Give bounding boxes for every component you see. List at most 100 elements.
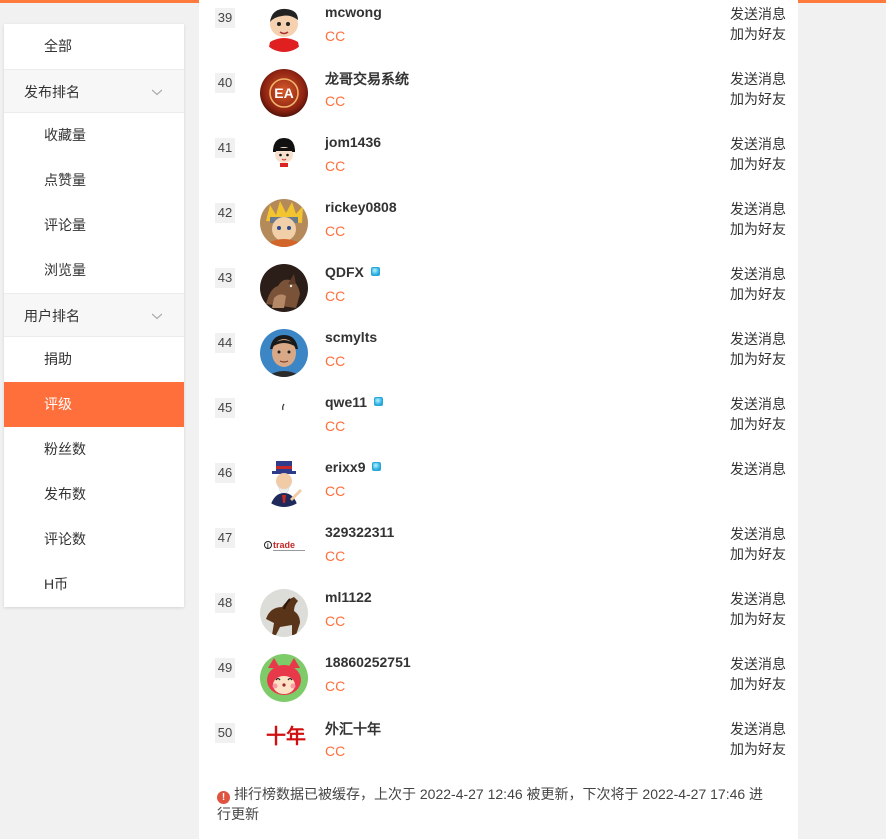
ea-logo-text: EA	[274, 85, 293, 101]
avatar-red-fox[interactable]	[260, 654, 308, 702]
rank-number: 39	[215, 8, 235, 28]
send-message-link[interactable]: 发送消息	[730, 329, 786, 349]
username[interactable]: erixx9	[325, 459, 382, 475]
username-text[interactable]: 18860252751	[325, 654, 411, 670]
username-text[interactable]: QDFX	[325, 264, 364, 280]
username-text[interactable]: scmylts	[325, 329, 377, 345]
username[interactable]: QDFX	[325, 264, 380, 280]
send-message-link[interactable]: 发送消息	[730, 69, 786, 89]
user-tag: CC	[325, 158, 346, 174]
send-message-link[interactable]: 发送消息	[730, 4, 786, 24]
sidebar-item-h-coin[interactable]: H币	[4, 562, 184, 607]
avatar-horse[interactable]	[260, 589, 308, 637]
username[interactable]: 龙哥交易系统	[325, 69, 409, 89]
sidebar-item-posts[interactable]: 发布数	[4, 472, 184, 517]
username-text[interactable]: 329322311	[325, 524, 394, 540]
sidebar-item-comment-count[interactable]: 评论数	[4, 517, 184, 562]
username-text[interactable]: ml1122	[325, 589, 372, 605]
username[interactable]: mcwong	[325, 4, 382, 20]
rank-number: 41	[215, 138, 235, 158]
sidebar-item-likes[interactable]: 点赞量	[4, 158, 184, 203]
username[interactable]: rickey0808	[325, 199, 397, 215]
sidebar-item-comments[interactable]: 评论量	[4, 203, 184, 248]
sidebar-item-donation[interactable]: 捐助	[4, 337, 184, 382]
user-tag: CC	[325, 353, 346, 369]
avatar-blank[interactable]	[260, 394, 308, 442]
user-tag: CC	[325, 418, 346, 434]
svg-text:j: j	[266, 544, 269, 550]
username[interactable]: scmylts	[325, 329, 377, 345]
sidebar-item-rating[interactable]: 评级	[4, 382, 184, 427]
username-text[interactable]: qwe11	[325, 394, 367, 410]
username-text[interactable]: rickey0808	[325, 199, 397, 215]
add-friend-link[interactable]: 加为好友	[730, 414, 786, 434]
avatar-cartoon-boy[interactable]	[260, 4, 308, 52]
calligraphy-text: 十年	[266, 724, 306, 748]
add-friend-link[interactable]: 加为好友	[730, 674, 786, 694]
sidebar-group-user-ranking[interactable]: 用户排名	[4, 293, 184, 337]
send-message-link[interactable]: 发送消息	[730, 654, 786, 674]
username-text[interactable]: jom1436	[325, 134, 381, 150]
chevron-down-icon	[152, 89, 162, 96]
rank-number: 40	[215, 73, 235, 93]
username[interactable]: qwe11	[325, 394, 384, 410]
sidebar-group-publish-ranking[interactable]: 发布排名	[4, 69, 184, 113]
username-text[interactable]: mcwong	[325, 4, 382, 20]
avatar-jtrade-logo[interactable]: j trade	[260, 524, 308, 572]
rank-number: 42	[215, 203, 235, 223]
add-friend-link[interactable]: 加为好友	[730, 739, 786, 759]
send-message-link[interactable]: 发送消息	[730, 524, 786, 544]
add-friend-link[interactable]: 加为好友	[730, 544, 786, 564]
ranking-row: 39 mcwong CC 发送消息 加为好友	[199, 4, 798, 69]
avatar-cartoon-girl[interactable]	[260, 134, 308, 182]
add-friend-link[interactable]: 加为好友	[730, 609, 786, 629]
ranking-panel: 39 mcwong CC 发送消息 加为好友 40 EA 龙哥交易系统 CC 发…	[199, 0, 798, 839]
add-friend-link[interactable]: 加为好友	[730, 89, 786, 109]
add-friend-link[interactable]: 加为好友	[730, 154, 786, 174]
add-friend-link[interactable]: 加为好友	[730, 349, 786, 369]
rank-number: 50	[215, 723, 235, 743]
rank-number: 45	[215, 398, 235, 418]
rank-number: 47	[215, 528, 235, 548]
username[interactable]: 外汇十年	[325, 719, 381, 739]
username[interactable]: 18860252751	[325, 654, 411, 670]
username[interactable]: jom1436	[325, 134, 381, 150]
ranking-row: 50 十年 外汇十年 CC 发送消息 加为好友	[199, 719, 798, 784]
sidebar-item-favorites[interactable]: 收藏量	[4, 113, 184, 158]
avatar-uncle-sam[interactable]	[260, 459, 308, 507]
add-friend-link[interactable]: 加为好友	[730, 219, 786, 239]
user-tag: CC	[325, 483, 346, 499]
rank-number: 49	[215, 658, 235, 678]
send-message-link[interactable]: 发送消息	[730, 719, 786, 739]
sidebar-item-views[interactable]: 浏览量	[4, 248, 184, 293]
cache-notice: ! 排行榜数据已被缓存，上次于 2022-4-27 12:46 被更新，下次将于 …	[217, 784, 777, 824]
user-tag: CC	[325, 223, 346, 239]
avatar-calligraphy[interactable]: 十年	[260, 719, 308, 767]
send-message-link[interactable]: 发送消息	[730, 199, 786, 219]
ranking-row: 40 EA 龙哥交易系统 CC 发送消息 加为好友	[199, 69, 798, 134]
vip-badge-icon	[370, 267, 380, 276]
username[interactable]: ml1122	[325, 589, 372, 605]
send-message-link[interactable]: 发送消息	[730, 589, 786, 609]
send-message-link[interactable]: 发送消息	[730, 134, 786, 154]
sidebar: 全部 发布排名 收藏量 点赞量 评论量 浏览量 用户排名 捐助 评级 粉丝数 发…	[4, 24, 184, 607]
username[interactable]: 329322311	[325, 524, 394, 540]
username-text[interactable]: 龙哥交易系统	[325, 71, 409, 87]
rank-number: 44	[215, 333, 235, 353]
sidebar-item-all[interactable]: 全部	[4, 24, 184, 69]
ranking-row: 48 ml1122 CC 发送消息 加为好友	[199, 589, 798, 654]
add-friend-link[interactable]: 加为好友	[730, 284, 786, 304]
rank-number: 48	[215, 593, 235, 613]
send-message-link[interactable]: 发送消息	[730, 394, 786, 414]
sidebar-item-fans[interactable]: 粉丝数	[4, 427, 184, 472]
rank-number: 43	[215, 268, 235, 288]
username-text[interactable]: erixx9	[325, 459, 365, 475]
send-message-link[interactable]: 发送消息	[730, 264, 786, 284]
avatar-man-photo[interactable]	[260, 329, 308, 377]
avatar-horses-dark[interactable]	[260, 264, 308, 312]
avatar-ea-logo[interactable]: EA	[260, 69, 308, 117]
username-text[interactable]: 外汇十年	[325, 721, 381, 737]
add-friend-link[interactable]: 加为好友	[730, 24, 786, 44]
avatar-anime-ninja[interactable]	[260, 199, 308, 247]
send-message-link[interactable]: 发送消息	[730, 459, 786, 479]
